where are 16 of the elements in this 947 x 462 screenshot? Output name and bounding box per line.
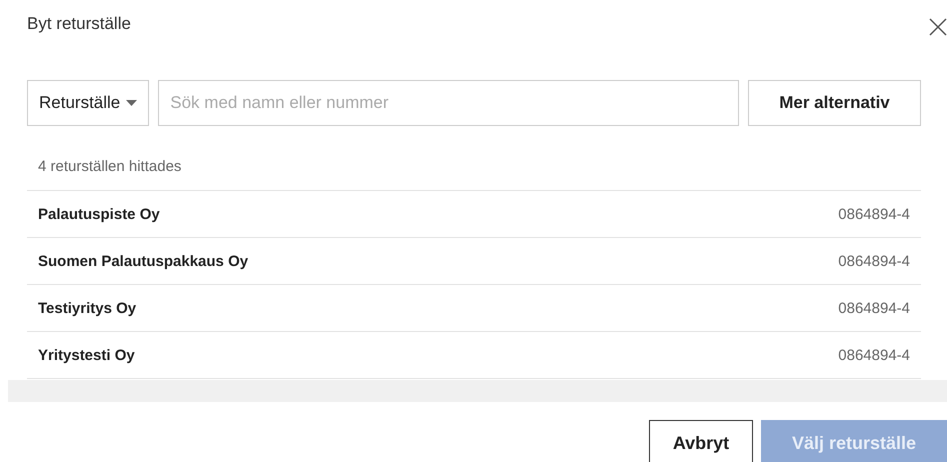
result-name[interactable]: Yritystesti Oy [38, 346, 135, 364]
result-number: 0864894-4 [838, 346, 910, 364]
result-number: 0864894-4 [838, 300, 910, 316]
more-options-button[interactable]: Mer alternativ [748, 80, 921, 126]
result-name[interactable]: Testiyritys Oy [38, 300, 136, 316]
dialog-title: Byt returställe [27, 14, 131, 34]
result-number: 0864894-4 [838, 252, 910, 270]
close-icon[interactable] [929, 18, 947, 36]
result-name[interactable]: Palautuspiste Oy [38, 206, 160, 222]
result-name[interactable]: Suomen Palautuspakkaus Oy [38, 252, 248, 270]
caret-icon [126, 100, 138, 106]
result-number: 0864894-4 [838, 206, 910, 222]
type-dropdown[interactable]: Returställe [27, 80, 150, 126]
search-field[interactable]: Sök med namn eller nummer [158, 80, 739, 126]
result-count: 4 returställen hittades [27, 125, 921, 191]
cancel-button[interactable]: Avbryt [649, 420, 753, 462]
